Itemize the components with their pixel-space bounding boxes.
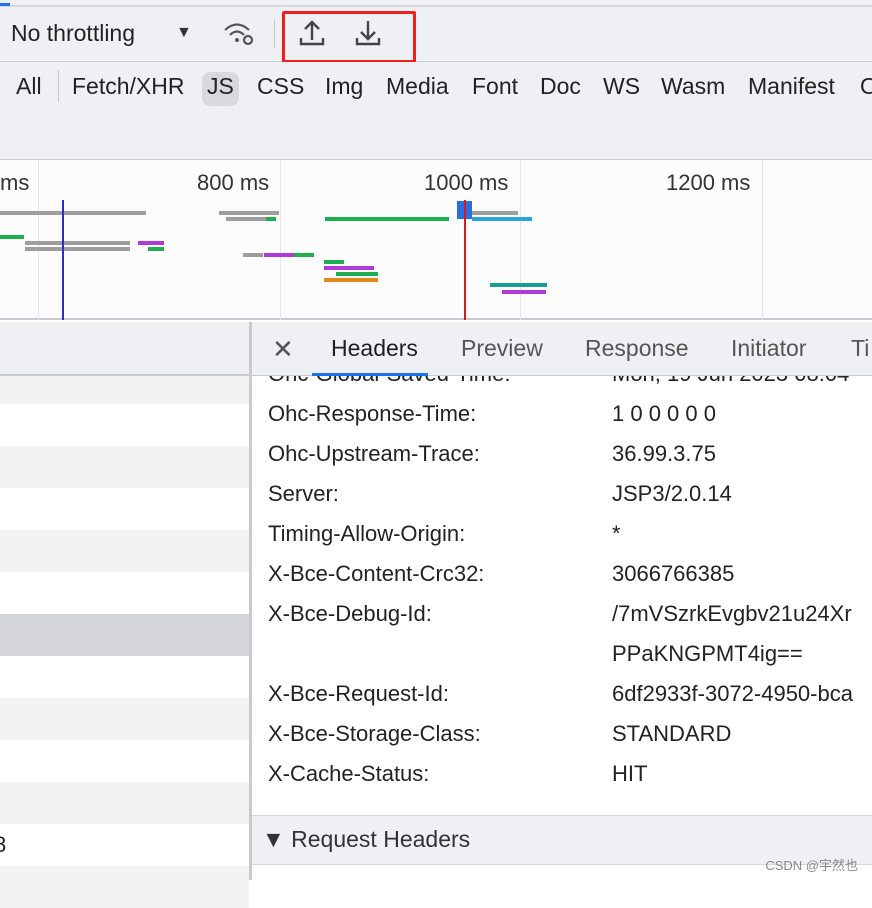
- throttling-select[interactable]: No throttling: [11, 20, 135, 47]
- table-row[interactable]: 8: [0, 824, 243, 866]
- header-key: Ohc-Response-Time:: [268, 401, 477, 426]
- header-value: 36.99.3.75: [612, 441, 716, 466]
- response-headers-list: Ohc-Global-Saved-Time: Mon, 19 Jun 2023 …: [252, 376, 872, 816]
- header-key: Ohc-Global-Saved-Time:: [268, 376, 510, 387]
- request-bar: [226, 217, 266, 221]
- request-list[interactable]: 8: [0, 322, 249, 908]
- request-bar: [472, 217, 532, 221]
- header-value: HIT: [612, 761, 648, 786]
- filter-font[interactable]: Font: [467, 72, 523, 106]
- header-value: 1 0 0 0 0 0: [612, 401, 716, 426]
- table-row[interactable]: [0, 698, 249, 740]
- close-icon[interactable]: ✕: [272, 334, 294, 365]
- table-row[interactable]: [0, 740, 249, 782]
- request-headers-toggle[interactable]: ▼ Request Headers: [262, 826, 470, 853]
- active-indicator: [0, 3, 10, 6]
- filter-other[interactable]: O: [855, 72, 872, 106]
- table-row[interactable]: [0, 488, 249, 530]
- tab-timing[interactable]: Ti: [851, 335, 869, 362]
- table-row[interactable]: [0, 376, 249, 404]
- table-row[interactable]: [0, 572, 249, 614]
- import-har-upload-icon[interactable]: [298, 18, 326, 48]
- filter-js[interactable]: JS: [202, 72, 239, 106]
- header-value: Mon, 19 Jun 2023 08:04: [612, 376, 849, 387]
- header-value: STANDARD: [612, 721, 732, 746]
- request-bar: [336, 272, 378, 276]
- tab-headers[interactable]: Headers: [331, 335, 418, 362]
- request-bar: [148, 247, 164, 251]
- header-key: Ohc-Upstream-Trace:: [268, 441, 480, 466]
- export-har-download-icon[interactable]: [354, 18, 382, 48]
- table-row[interactable]: [0, 866, 249, 908]
- table-row[interactable]: [0, 782, 249, 824]
- request-bar: [294, 253, 314, 257]
- request-bar: [138, 241, 164, 245]
- request-bar: [324, 266, 374, 270]
- filter-fetch-xhr[interactable]: Fetch/XHR: [67, 72, 189, 106]
- filter-media[interactable]: Media: [381, 72, 454, 106]
- filter-ws[interactable]: WS: [598, 72, 645, 106]
- tab-preview[interactable]: Preview: [461, 335, 543, 362]
- filter-css[interactable]: CSS: [252, 72, 309, 106]
- gridline: [520, 160, 521, 320]
- request-bar: [324, 278, 378, 282]
- row-text: 8: [0, 832, 7, 857]
- tab-response[interactable]: Response: [585, 335, 689, 362]
- tick-label: 800 ms: [197, 170, 270, 195]
- header-key: X-Bce-Request-Id:: [268, 681, 449, 706]
- request-bar: [0, 211, 146, 215]
- header-key: X-Bce-Storage-Class:: [268, 721, 481, 746]
- tick-label: 1200 ms: [666, 170, 751, 195]
- request-bar: [325, 217, 449, 221]
- dom-content-loaded-line: [62, 200, 64, 320]
- header-value: 6df2933f-3072-4950-bca: [612, 681, 853, 706]
- header-value: /7mVSzrkEvgbv21u24Xr: [612, 601, 852, 626]
- tick-label: 1000 ms: [424, 170, 509, 195]
- header-key: Timing-Allow-Origin:: [268, 521, 466, 546]
- filter-img[interactable]: Img: [320, 72, 368, 106]
- request-bar: [266, 217, 276, 221]
- request-bar: [0, 235, 24, 239]
- table-row[interactable]: [0, 404, 249, 446]
- network-conditions-icon[interactable]: [222, 18, 256, 48]
- chevron-down-icon[interactable]: ▼: [176, 24, 192, 42]
- header-value: *: [612, 521, 621, 546]
- divider: [58, 70, 59, 102]
- divider: [274, 20, 275, 48]
- request-bar: [490, 283, 547, 287]
- filter-doc[interactable]: Doc: [535, 72, 586, 106]
- header-key: X-Bce-Content-Crc32:: [268, 561, 485, 586]
- filter-manifest[interactable]: Manifest: [743, 72, 840, 106]
- request-bar: [25, 241, 130, 245]
- divider: [0, 5, 872, 7]
- request-bar: [502, 290, 546, 294]
- gridline: [762, 160, 763, 320]
- filter-wasm[interactable]: Wasm: [656, 72, 730, 106]
- tab-initiator[interactable]: Initiator: [731, 335, 806, 362]
- gridline: [38, 160, 39, 320]
- request-bar: [25, 247, 130, 251]
- header-value: 3066766385: [612, 561, 735, 586]
- header-value: JSP3/2.0.14: [612, 481, 732, 506]
- request-bar: [472, 211, 518, 215]
- watermark: CSDN @宇然也: [765, 858, 858, 873]
- request-bar: [243, 253, 263, 257]
- load-event-line: [464, 200, 466, 320]
- tick-label: ms: [0, 170, 30, 195]
- header-key: Server:: [268, 481, 339, 506]
- filter-all[interactable]: All: [11, 72, 47, 106]
- header-key: X-Bce-Debug-Id:: [268, 601, 432, 626]
- table-row-selected[interactable]: [0, 614, 249, 656]
- header-key: X-Cache-Status:: [268, 761, 430, 786]
- table-row[interactable]: [0, 530, 249, 572]
- request-list-header: [0, 322, 249, 376]
- table-row[interactable]: [0, 656, 249, 698]
- header-value: PPaKNGPMT4ig==: [612, 641, 803, 666]
- request-bar: [219, 211, 279, 215]
- table-row[interactable]: [0, 446, 249, 488]
- gridline: [280, 160, 281, 320]
- request-bar: [324, 260, 344, 264]
